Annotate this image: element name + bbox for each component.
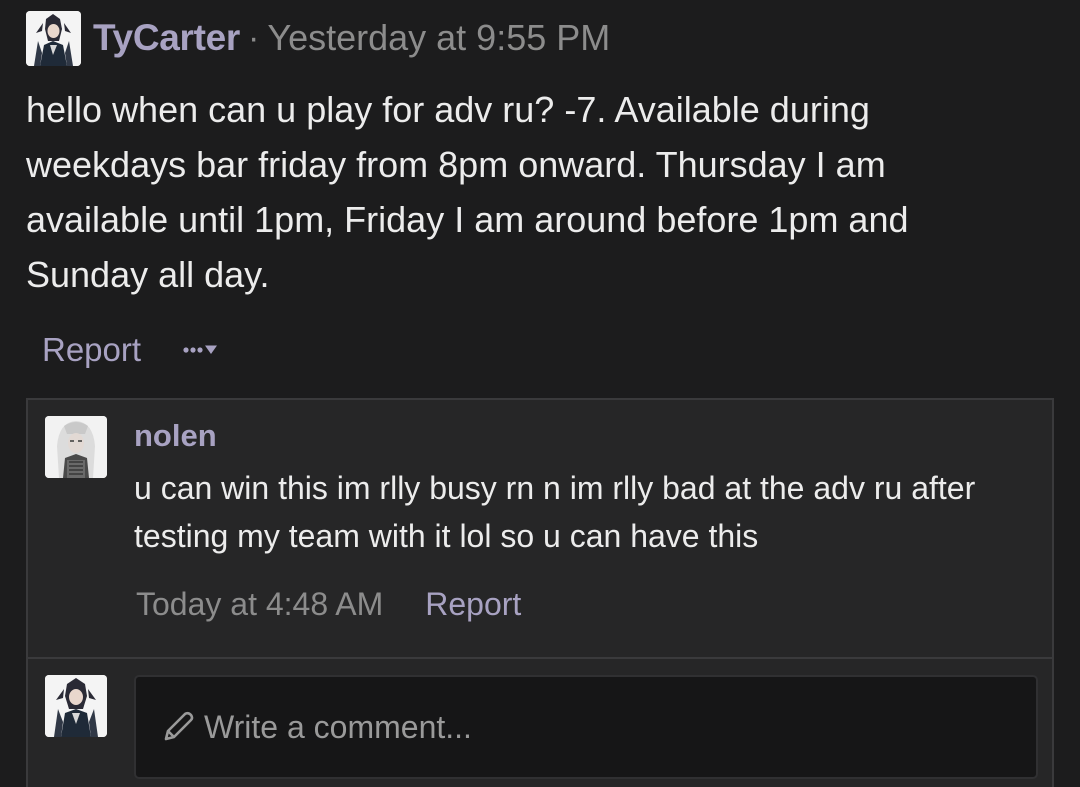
- author-name[interactable]: TyCarter: [93, 17, 240, 59]
- post-body: hello when can u play for adv ru? -7. Av…: [26, 89, 909, 295]
- comment-text: u can win this im rlly busy rn n im rlly…: [134, 470, 976, 554]
- profile-post: TyCarter · Yesterday at 9:55 PM hello wh…: [0, 0, 1080, 787]
- comment-input[interactable]: Write a comment...: [134, 675, 1038, 779]
- comment-placeholder: Write a comment...: [204, 708, 472, 745]
- avatar-image: [45, 416, 107, 478]
- comment-meta: Today at 4:48 AM Report: [136, 586, 521, 623]
- comment-item: nolen u can win this im rlly busy rn n i…: [28, 400, 1052, 659]
- avatar-image: [26, 10, 81, 66]
- author-avatar[interactable]: [26, 10, 81, 66]
- avatar-image: [45, 675, 107, 737]
- commenter-avatar[interactable]: [45, 416, 107, 478]
- current-user-avatar: [45, 675, 107, 737]
- ellipsis-icon: [183, 345, 218, 354]
- post-header: TyCarter · Yesterday at 9:55 PM: [26, 10, 610, 66]
- comment-timestamp[interactable]: Today at 4:48 AM: [136, 586, 383, 623]
- report-button[interactable]: Report: [42, 331, 141, 369]
- post-actions: Report: [42, 326, 218, 374]
- comment-report-button[interactable]: Report: [425, 586, 521, 623]
- header-separator: ·: [248, 18, 260, 57]
- comment-composer: Write a comment...: [28, 659, 1052, 787]
- post-timestamp[interactable]: Yesterday at 9:55 PM: [267, 17, 610, 59]
- pencil-icon: [164, 711, 194, 741]
- more-options-button[interactable]: [183, 343, 218, 357]
- comments-section: nolen u can win this im rlly busy rn n i…: [26, 398, 1054, 787]
- commenter-name[interactable]: nolen: [134, 418, 217, 454]
